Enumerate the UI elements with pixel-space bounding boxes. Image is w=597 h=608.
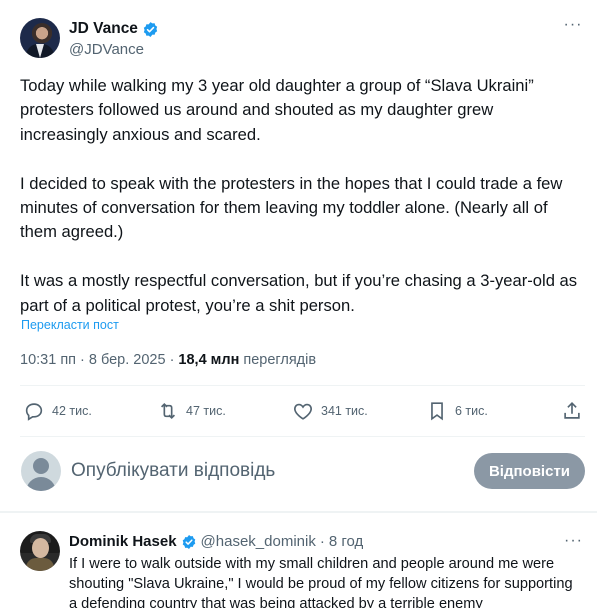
translate-post-link[interactable]: Перекласти пост <box>21 318 119 332</box>
tweet-date[interactable]: 8 бер. 2025 <box>89 352 166 368</box>
author-name-row: JD Vance <box>69 20 159 38</box>
tweet-header: JD Vance @JDVance ··· <box>20 16 585 64</box>
more-icon[interactable]: ··· <box>563 17 583 36</box>
share-icon <box>564 402 580 419</box>
like-count: 341 тис. <box>321 404 368 418</box>
action-bar: 42 тис. 47 тис. 341 тис. 6 тис. <box>20 396 585 426</box>
like-action[interactable]: 341 тис. <box>292 396 368 426</box>
reply-header: Dominik Hasek @hasek_dominik · 8 год <box>69 533 363 550</box>
reply-count: 42 тис. <box>52 404 92 418</box>
reply-text: If I were to walk outside with my small … <box>69 556 573 608</box>
views-count: 18,4 млн <box>178 352 240 368</box>
divider-bottom <box>20 436 585 437</box>
reply-author-avatar[interactable] <box>20 531 60 571</box>
views-label: переглядів <box>243 352 317 368</box>
avatar-face <box>32 538 49 558</box>
share-action[interactable] <box>561 396 583 426</box>
like-icon <box>294 403 312 420</box>
reply-input[interactable]: Опублікувати відповідь <box>71 460 275 482</box>
avatar-head <box>33 458 49 474</box>
meta-separator: · <box>169 352 175 368</box>
tweet-meta: 10:31 пп · 8 бер. 2025 · 18,4 млн перегл… <box>20 352 316 368</box>
repost-count: 47 тис. <box>186 404 226 418</box>
author-handle[interactable]: @JDVance <box>69 41 144 58</box>
tweet-paragraph: I decided to speak with the protesters i… <box>20 173 563 242</box>
repost-action[interactable]: 47 тис. <box>157 396 226 426</box>
current-user-avatar[interactable] <box>21 451 61 491</box>
bookmark-action[interactable]: 6 тис. <box>426 396 488 426</box>
reply-composer: Опублікувати відповідь Відповісти <box>20 450 585 494</box>
tweet-paragraph: It was a mostly respectful conversation,… <box>20 271 578 315</box>
author-avatar[interactable] <box>20 18 60 58</box>
verified-badge-icon <box>143 21 158 37</box>
tweet-text: Today while walking my 3 year old daught… <box>20 74 580 318</box>
avatar-jacket <box>26 558 54 571</box>
avatar-torso <box>26 477 56 491</box>
author-name[interactable]: JD Vance <box>69 20 138 38</box>
meta-separator: · <box>80 352 85 368</box>
bookmark-count: 6 тис. <box>455 404 488 418</box>
reply-author-name[interactable]: Dominik Hasek <box>69 533 177 550</box>
reply-author-handle[interactable]: @hasek_dominik <box>201 533 316 550</box>
divider-top <box>20 385 585 386</box>
bookmark-icon <box>431 402 443 421</box>
more-icon[interactable]: ··· <box>564 532 583 550</box>
reply-tweet[interactable]: Dominik Hasek @hasek_dominik · 8 год ···… <box>0 514 597 608</box>
section-divider <box>0 511 597 513</box>
reply-icon <box>25 403 43 421</box>
tweet-paragraph: Today while walking my 3 year old daught… <box>20 76 534 144</box>
verified-badge-icon <box>182 534 195 549</box>
reply-action[interactable]: 42 тис. <box>23 396 92 426</box>
reply-button[interactable]: Відповісти <box>474 453 585 489</box>
repost-icon <box>160 402 176 420</box>
reply-dot: · <box>319 533 325 550</box>
tweet-time[interactable]: 10:31 пп <box>20 352 76 368</box>
reply-time[interactable]: 8 год <box>329 533 363 550</box>
